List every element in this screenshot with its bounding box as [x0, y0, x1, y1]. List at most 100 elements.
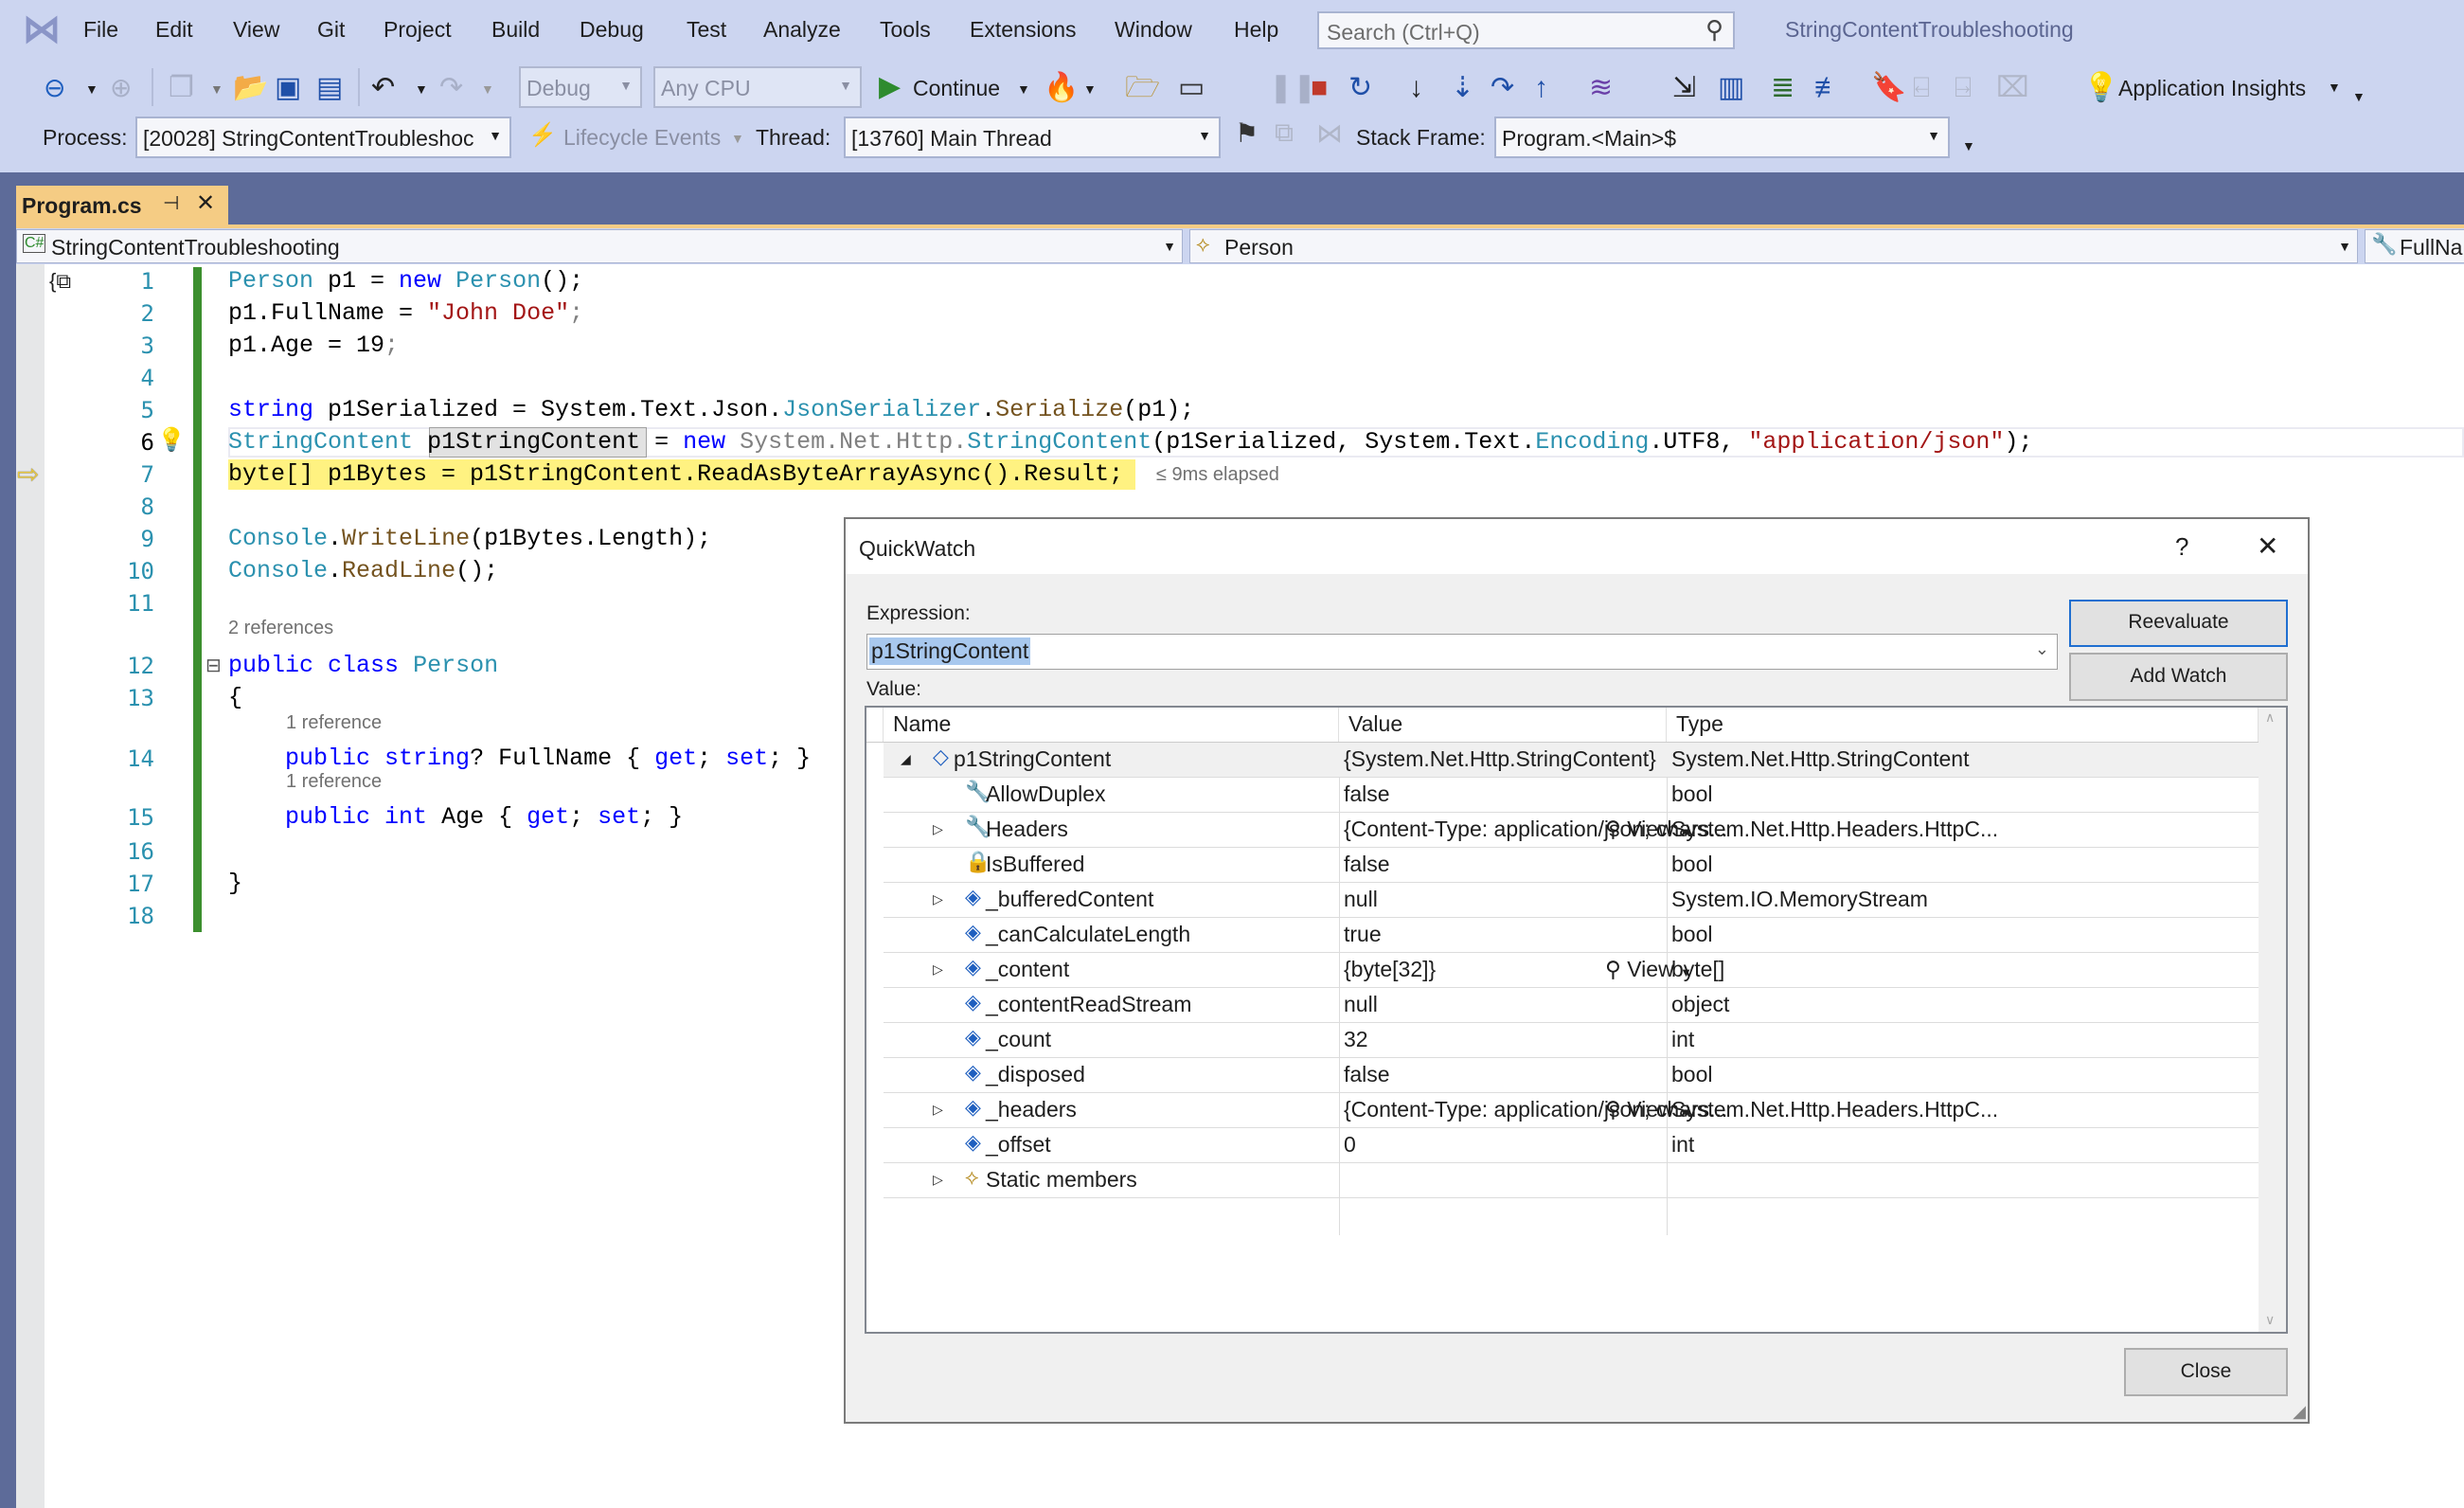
toolbar-overflow-icon[interactable]: ▼ [2352, 89, 2366, 104]
hot-reload-dropdown-icon[interactable]: ▼ [1083, 81, 1097, 97]
find-in-files-icon[interactable]: 🗁 [1125, 72, 1160, 104]
menu-edit[interactable]: Edit [155, 17, 193, 43]
threads-icon[interactable]: ≋ [1589, 72, 1613, 104]
next-bookmark-icon[interactable]: ⍈ [1955, 72, 1972, 104]
code-line[interactable]: string p1Serialized = System.Text.Json.J… [228, 396, 1194, 423]
uncomment-icon[interactable]: ≢ [1814, 72, 1843, 104]
project-dropdown[interactable]: C# StringContentTroubleshooting ▼ [16, 229, 1183, 263]
lightbulb-icon[interactable]: 💡 [157, 426, 186, 454]
process-combo[interactable]: [20028] StringContentTroubleshoc ▼ [135, 117, 511, 158]
menu-debug[interactable]: Debug [580, 17, 644, 43]
menu-git[interactable]: Git [317, 17, 345, 43]
collapse-arrow-icon[interactable]: ◢ [901, 751, 911, 767]
show-external-code-icon[interactable]: ⋈ [1316, 117, 1343, 149]
menu-analyze[interactable]: Analyze [763, 17, 841, 43]
window-icon[interactable]: ▭ [1178, 72, 1205, 104]
continue-dropdown-icon[interactable]: ▼ [1017, 81, 1030, 97]
expression-input[interactable]: p1StringContent ⌄ [866, 634, 2058, 670]
stop-icon[interactable]: ■ [1311, 72, 1328, 104]
code-line[interactable]: { [228, 684, 242, 711]
restart-icon[interactable]: ↻ [1348, 72, 1372, 104]
code-line[interactable]: p1.Age = 19; [228, 332, 399, 359]
search-input[interactable]: Search (Ctrl+Q) ⚲ [1317, 11, 1735, 49]
close-tab-icon[interactable]: ✕ [196, 189, 215, 217]
menu-test[interactable]: Test [687, 17, 726, 43]
undo-icon[interactable]: ↶ [371, 72, 395, 104]
pin-icon[interactable]: ⊣ [163, 191, 179, 215]
menu-window[interactable]: Window [1115, 17, 1192, 43]
code-line[interactable]: Console.ReadLine(); [228, 557, 498, 584]
navigate-back-icon[interactable]: ⊖ [44, 72, 65, 104]
column-header-value[interactable]: Value [1339, 708, 1667, 742]
code-line[interactable]: public class Person [228, 652, 498, 679]
application-insights-button[interactable]: Application Insights [2118, 76, 2306, 101]
code-line[interactable]: public int Age { get; set; } [228, 803, 683, 831]
code-line[interactable]: public string? FullName { get; set; } [228, 745, 811, 772]
close-dialog-icon[interactable]: ✕ [2257, 530, 2278, 562]
clear-bookmarks-icon[interactable]: ⌧ [1996, 72, 2029, 104]
expand-arrow-icon[interactable]: ▷ [933, 821, 943, 837]
watch-row[interactable]: 🔧 AllowDuplex false bool [884, 778, 2259, 813]
watch-row[interactable]: ◈ _contentReadStream null object [884, 988, 2259, 1023]
menu-extensions[interactable]: Extensions [970, 17, 1077, 43]
watch-row[interactable]: ◢ ◇ p1StringContent {System.Net.Http.String… [884, 743, 2259, 778]
code-line[interactable]: Console.WriteLine(p1Bytes.Length); [228, 525, 711, 552]
platform-combo[interactable]: Any CPU ▼ [653, 66, 862, 108]
code-line[interactable]: byte[] p1Bytes = p1StringContent.ReadAsB… [228, 460, 1123, 488]
code-line[interactable]: StringContent p1StringContent = new Syst… [228, 428, 2032, 456]
codelens-references[interactable]: 2 references [228, 618, 333, 639]
member-dropdown[interactable]: 🔧 FullNa [2365, 229, 2464, 263]
menu-file[interactable]: File [83, 17, 118, 43]
watch-row[interactable]: ◈ _disposed false bool [884, 1058, 2259, 1093]
codelens-references[interactable]: 1 reference [286, 771, 382, 793]
flag-thread-icon[interactable]: ⚑ [1235, 117, 1259, 149]
resize-grip-icon[interactable]: ◢ [2293, 1402, 2306, 1422]
close-button[interactable]: Close [2124, 1348, 2288, 1396]
code-line[interactable]: Person p1 = new Person(); [228, 267, 583, 295]
watch-row[interactable]: ▷ ◈ _bufferedContent null System.IO.MemorySt… [884, 883, 2259, 918]
run-to-cursor-icon[interactable]: ⇲ [1672, 72, 1696, 104]
redo-dropdown-icon[interactable]: ▼ [481, 81, 494, 97]
scroll-down-icon[interactable]: ∨ [2265, 1312, 2275, 1328]
watch-row[interactable]: ▷ ◈ _headers {Content-Type: application/jso… [884, 1093, 2259, 1128]
collapse-icon[interactable]: ⊟ [205, 654, 222, 677]
previous-bookmark-icon[interactable]: ⍇ [1913, 72, 1930, 104]
menu-view[interactable]: View [233, 17, 279, 43]
menu-build[interactable]: Build [491, 17, 540, 43]
lifecycle-dropdown-icon[interactable]: ▼ [731, 131, 744, 146]
view-visualizer-button[interactable]: ⚲ View ▼ [1605, 957, 1692, 982]
expand-arrow-icon[interactable]: ▷ [933, 891, 943, 907]
hot-reload-icon[interactable]: 🔥 [1044, 72, 1079, 104]
menu-help[interactable]: Help [1234, 17, 1278, 43]
watch-row[interactable]: ▷ ◈ _content {byte[32]} byte[] ⚲ View ▼ [884, 953, 2259, 988]
step-into-icon[interactable]: ⇣ [1451, 72, 1474, 104]
new-project-icon[interactable]: ❐ [169, 72, 194, 104]
stack-frame-combo[interactable]: Program.<Main>$ ▼ [1494, 117, 1950, 158]
vs-logo-icon[interactable]: ⋈ [23, 8, 61, 51]
scroll-up-icon[interactable]: ∧ [2265, 709, 2275, 726]
step-over-icon[interactable]: ↷ [1491, 72, 1514, 104]
lifecycle-events-button[interactable]: Lifecycle Events [563, 125, 721, 151]
reevaluate-button[interactable]: Reevaluate [2069, 600, 2288, 647]
watch-row[interactable]: ◈ _offset 0 int [884, 1128, 2259, 1163]
menu-tools[interactable]: Tools [880, 17, 931, 43]
comment-icon[interactable]: ≣ [1771, 72, 1794, 104]
solution-configuration-combo[interactable]: Debug ▼ [519, 66, 642, 108]
lightbulb-icon[interactable]: 💡 [2083, 72, 2118, 104]
toolbar-overflow-icon[interactable]: ▼ [1962, 138, 1975, 153]
watch-row[interactable]: ◈ _count 32 int [884, 1023, 2259, 1058]
expand-arrow-icon[interactable]: ▷ [933, 961, 943, 978]
save-all-icon[interactable]: ▤ [316, 72, 343, 104]
thread-combo[interactable]: [13760] Main Thread ▼ [844, 117, 1221, 158]
open-folder-icon[interactable]: 📂 [233, 72, 268, 104]
parallel-stacks-icon[interactable]: ⧉ [1275, 117, 1294, 149]
step-out-icon[interactable]: ↑ [1534, 72, 1548, 104]
watch-row[interactable]: ▷ 🔧 Headers {Content-Type: application/json… [884, 813, 2259, 848]
new-project-dropdown-icon[interactable]: ▼ [210, 81, 223, 97]
view-visualizer-button[interactable]: ⚲ View ▼ [1605, 1097, 1692, 1122]
vertical-scrollbar[interactable]: ∧ ∨ [2259, 708, 2286, 1332]
redo-icon[interactable]: ↷ [439, 72, 463, 104]
undo-dropdown-icon[interactable]: ▼ [415, 81, 428, 97]
show-next-statement-icon[interactable]: ↓ [1409, 72, 1423, 104]
expand-arrow-icon[interactable]: ▷ [933, 1172, 943, 1188]
